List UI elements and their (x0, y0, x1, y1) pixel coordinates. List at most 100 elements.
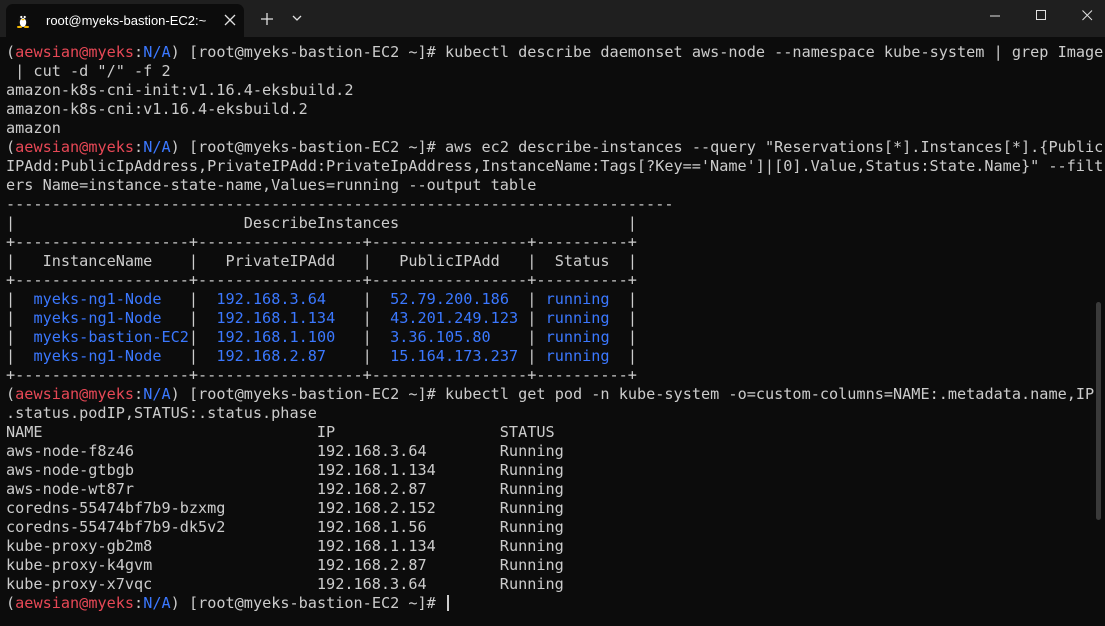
title-bar: root@myeks-bastion-EC2:~ (0, 0, 1105, 37)
table-border: ----------------------------------------… (6, 195, 674, 213)
pod-status-cell: Running (499, 461, 564, 479)
status-cell: running (545, 290, 610, 308)
private-ip-cell: 192.168.2.87 (216, 347, 327, 365)
prompt-host: myeks (88, 43, 135, 61)
table-separator: +-------------------+------------------+… (6, 366, 637, 384)
pod-row: coredns-55474bf7b9-bzxmg 192.168.2.152 R… (6, 499, 1103, 518)
status-cell: running (545, 309, 610, 327)
table-title-text: DescribeInstances (243, 214, 400, 232)
pod-name-cell: coredns-55474bf7b9-bzxmg (6, 499, 226, 517)
pod-status-cell: Running (499, 518, 564, 536)
close-icon (1082, 10, 1093, 21)
pod-header-cell: IP (316, 423, 336, 441)
pod-name-cell: kube-proxy-x7vqc (6, 575, 153, 593)
prompt-env: N/A (143, 43, 171, 61)
terminal-tab[interactable]: root@myeks-bastion-EC2:~ (6, 4, 244, 37)
pod-header-cell: STATUS (499, 423, 555, 441)
pod-row: aws-node-gtbgb 192.168.1.134 Running (6, 461, 1103, 480)
pod-row: kube-proxy-gb2m8 192.168.1.134 Running (6, 537, 1103, 556)
pod-name-cell: coredns-55474bf7b9-dk5v2 (6, 518, 226, 536)
pod-ip-cell: 192.168.2.87 (316, 556, 427, 574)
chevron-down-icon[interactable] (290, 11, 304, 25)
pod-status-cell: Running (499, 575, 564, 593)
pod-row: aws-node-wt87r 192.168.2.87 Running (6, 480, 1103, 499)
pod-header-cell: NAME (6, 423, 43, 441)
private-ip-cell: 192.168.3.64 (216, 290, 327, 308)
pod-status-cell: Running (499, 442, 564, 460)
pod-status-cell: Running (499, 556, 564, 574)
maximize-icon (1036, 10, 1046, 20)
pod-ip-cell: 192.168.3.64 (316, 575, 427, 593)
close-tab-icon[interactable] (223, 13, 237, 27)
table-row: | myeks-ng1-Node | 192.168.1.134 | 43.20… (6, 309, 638, 327)
prompt-user: aewsian (15, 43, 80, 61)
prompt-line: (aewsian@myeks:N/A) [root@myeks-bastion-… (6, 385, 1104, 403)
pod-row: coredns-55474bf7b9-dk5v2 192.168.1.56 Ru… (6, 518, 1103, 537)
table-header: | InstanceName | PrivateIPAdd | PublicIP… (6, 252, 638, 270)
command-continuation: ers Name=instance-state-name,Values=runn… (6, 176, 537, 194)
pod-ip-cell: 192.168.1.56 (316, 518, 427, 536)
scrollbar[interactable] (1096, 302, 1101, 520)
status-cell: running (545, 328, 610, 346)
prompt-line: (aewsian@myeks:N/A) [root@myeks-bastion-… (6, 594, 1103, 613)
table-row: | myeks-bastion-EC2| 192.168.1.100 | 3.3… (6, 328, 638, 346)
table-separator: +-------------------+------------------+… (6, 271, 637, 289)
pod-ip-cell: 192.168.2.87 (316, 480, 427, 498)
table-row: | myeks-ng1-Node | 192.168.2.87 | 15.164… (6, 347, 638, 365)
terminal-output[interactable]: (aewsian@myeks:N/A) [root@myeks-bastion-… (0, 37, 1105, 626)
output-line: amazon-k8s-cni-init:v1.16.4-eksbuild.2 (6, 81, 354, 99)
pod-ip-cell: 192.168.2.152 (316, 499, 436, 517)
public-ip-cell: 43.201.249.123 (390, 309, 519, 327)
pod-ip-cell: 192.168.3.64 (316, 442, 427, 460)
pod-name-cell: aws-node-f8z46 (6, 442, 135, 460)
public-ip-cell: 52.79.200.186 (390, 290, 509, 308)
table-title: | DescribeInstances | (6, 214, 637, 232)
command-continuation: .status.podIP,STATUS:.status.phase (6, 404, 317, 422)
output-line: amazon (6, 119, 61, 137)
instance-name-cell: myeks-ng1-Node (33, 347, 162, 365)
pod-row: kube-proxy-x7vqc 192.168.3.64 Running (6, 575, 1103, 594)
command-text: aws ec2 describe-instances --query "Rese… (444, 138, 1104, 156)
pod-status-cell: Running (499, 480, 564, 498)
public-ip-cell: 3.36.105.80 (390, 328, 491, 346)
pod-name-cell: aws-node-gtbgb (6, 461, 135, 479)
pod-name-cell: kube-proxy-k4gvm (6, 556, 153, 574)
pod-ip-cell: 192.168.1.134 (316, 461, 436, 479)
status-cell: running (545, 347, 610, 365)
table-header-cell: PublicIPAdd (399, 252, 500, 270)
command-text: kubectl describe daemonset aws-node --na… (444, 43, 1104, 61)
table-header-cell: Status (554, 252, 610, 270)
close-window-button[interactable] (1064, 0, 1105, 32)
private-ip-cell: 192.168.1.100 (216, 328, 336, 346)
pod-name-cell: aws-node-wt87r (6, 480, 135, 498)
output-line: amazon-k8s-cni:v1.16.4-eksbuild.2 (6, 100, 308, 118)
instance-name-cell: myeks-ng1-Node (33, 290, 162, 308)
pod-status-cell: Running (499, 499, 564, 517)
new-tab-plus-icon[interactable] (258, 10, 276, 28)
private-ip-cell: 192.168.1.134 (216, 309, 336, 327)
linux-tux-icon (16, 14, 30, 28)
table-header-cell: InstanceName (42, 252, 153, 270)
pod-table-header: NAME IP STATUS (6, 423, 1103, 442)
command-continuation: IPAdd:PublicIpAddress,PrivateIPAdd:Priva… (6, 157, 1104, 175)
pod-row: kube-proxy-k4gvm 192.168.2.87 Running (6, 556, 1103, 575)
instance-name-cell: myeks-ng1-Node (33, 309, 162, 327)
command-text: kubectl get pod -n kube-system -o=custom… (444, 385, 1104, 403)
minimize-button[interactable] (972, 0, 1018, 32)
prompt-line: (aewsian@myeks:N/A) [root@myeks-bastion-… (6, 43, 1104, 61)
pod-status-cell: Running (499, 537, 564, 555)
prompt-line: (aewsian@myeks:N/A) [root@myeks-bastion-… (6, 138, 1104, 156)
pod-ip-cell: 192.168.1.134 (316, 537, 436, 555)
instance-name-cell: myeks-bastion-EC2 (33, 328, 189, 346)
maximize-button[interactable] (1018, 0, 1064, 32)
text-cursor (446, 595, 449, 611)
pod-row: aws-node-f8z46 192.168.3.64 Running (6, 442, 1103, 461)
table-header-cell: PrivateIPAdd (225, 252, 336, 270)
minimize-icon (990, 15, 1000, 17)
table-separator: +-------------------+------------------+… (6, 233, 637, 251)
table-row: | myeks-ng1-Node | 192.168.3.64 | 52.79.… (6, 290, 638, 308)
pod-name-cell: kube-proxy-gb2m8 (6, 537, 153, 555)
command-continuation: | cut -d "/" -f 2 (6, 62, 171, 80)
public-ip-cell: 15.164.173.237 (390, 347, 519, 365)
tab-title: root@myeks-bastion-EC2:~ (46, 13, 207, 28)
